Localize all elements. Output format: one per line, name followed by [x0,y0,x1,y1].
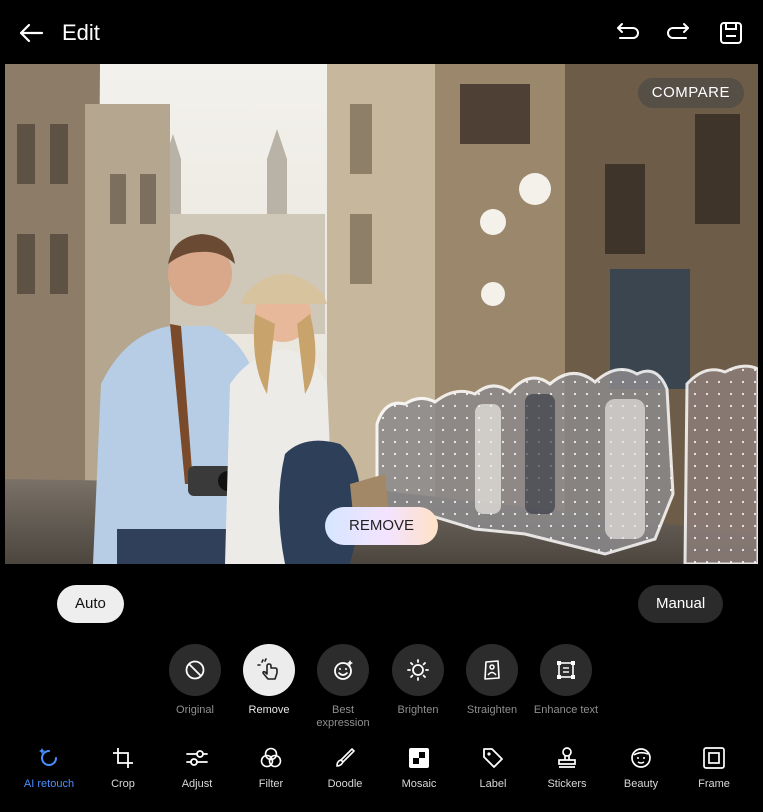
frame-icon [677,744,751,772]
nav-adjust[interactable]: Adjust [160,744,234,790]
nav-beauty[interactable]: Beauty [604,744,678,790]
mosaic-icon [382,744,456,772]
nav-filter[interactable]: Filter [234,744,308,790]
nav-label: Stickers [547,778,587,790]
nav-label: Doodle [327,778,363,790]
redo-icon[interactable] [664,18,694,48]
top-bar: Edit [0,0,763,64]
smile-sparkle-icon [317,644,369,696]
hand-tap-icon [243,644,295,696]
tag-icon [456,744,530,772]
nav-label: Filter [258,778,284,790]
tool-label: Enhance text [533,704,599,716]
sliders-icon [160,744,234,772]
remove-button[interactable]: REMOVE [325,507,438,545]
person-straighten-icon [466,644,518,696]
tool-enhance-text[interactable]: Enhance text [521,644,611,717]
document-frame-icon [540,644,592,696]
nav-frame[interactable]: Frame [677,744,751,790]
nav-stickers[interactable]: Stickers [530,744,604,790]
ai-rotate-icon [12,744,86,772]
nav-label: Mosaic [401,778,437,790]
page-title: Edit [62,20,100,45]
nav-mosaic[interactable]: Mosaic [382,744,456,790]
undo-icon[interactable] [612,18,642,48]
nav-label-tool[interactable]: Label [456,744,530,790]
nav-label: Frame [698,778,730,790]
nav-label: Crop [111,778,135,790]
back-arrow-icon[interactable] [16,18,46,48]
manual-mode-button[interactable]: Manual [638,585,724,623]
nav-doodle[interactable]: Doodle [308,744,382,790]
circles-icon [234,744,308,772]
prohibited-icon [169,644,221,696]
auto-mode-button[interactable]: Auto [57,585,124,623]
nav-label: AI retouch [23,778,75,790]
face-icon [604,744,678,772]
nav-label: Beauty [623,778,659,790]
compare-button[interactable]: COMPARE [637,78,744,108]
brush-icon [308,744,382,772]
nav-ai-retouch[interactable]: AI retouch [12,744,86,790]
save-icon[interactable] [716,18,746,48]
photo-canvas[interactable]: COMPARE REMOVE [5,64,758,564]
crop-icon [86,744,160,772]
nav-label: Label [479,778,507,790]
nav-label: Adjust [181,778,213,790]
nav-crop[interactable]: Crop [86,744,160,790]
stamp-icon [530,744,604,772]
sun-sparkle-icon [392,644,444,696]
